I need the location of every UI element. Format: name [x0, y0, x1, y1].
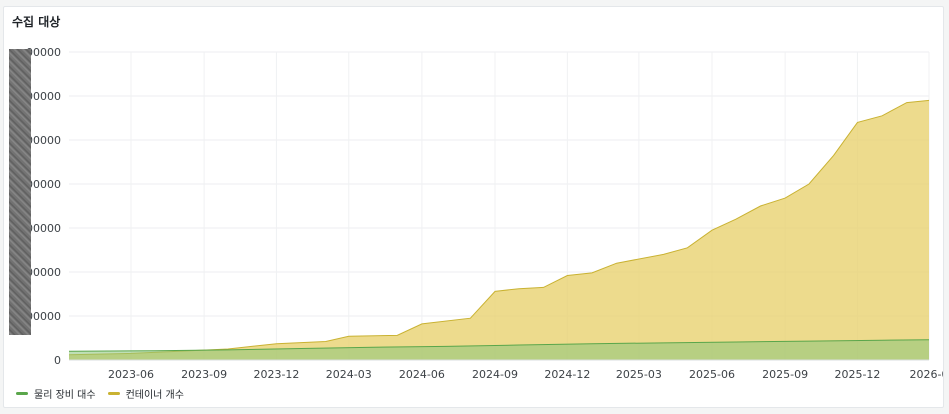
x-tick-label: 2024-03 — [326, 368, 372, 381]
y-tick-label: 00000 — [26, 222, 61, 235]
legend-label-containers: 컨테이너 개수 — [125, 390, 184, 401]
legend-label-physical-devices: 물리 장비 대수 — [34, 390, 96, 401]
y-tick-label: 00000 — [26, 310, 61, 323]
y-tick-label: 00000 — [26, 178, 61, 191]
x-tick-label: 2025-06 — [689, 368, 735, 381]
y-tick-label: 00000 — [26, 266, 61, 279]
legend-item-containers[interactable]: 컨테이너 개수 — [107, 386, 184, 401]
x-tick-label: 2024-06 — [399, 368, 445, 381]
chart-panel: 수집 대상 0 00000 00000 00000 00000 00000 00000 000… — [3, 6, 944, 408]
y-tick-label: 00000 — [26, 46, 61, 59]
y-tick-label: 0 — [54, 354, 61, 367]
x-tick-label: 2024-12 — [544, 368, 590, 381]
x-tick-label: 2026-0 — [910, 368, 944, 381]
x-tick-label: 2023-06 — [108, 368, 154, 381]
x-tick-label: 2025-09 — [762, 368, 808, 381]
area-chart: 0000000000000000000000000000000000002023… — [26, 46, 944, 381]
redacted-block — [9, 49, 31, 335]
x-tick-label: 2024-09 — [472, 368, 518, 381]
x-tick-label: 2023-09 — [181, 368, 227, 381]
chart-legend: 물리 장비 대수 컨테이너 개수 — [16, 386, 196, 401]
legend-item-physical-devices[interactable]: 물리 장비 대수 — [16, 386, 96, 401]
series-area-1 — [69, 100, 929, 361]
y-tick-label: 00000 — [26, 134, 61, 147]
x-tick-label: 2023-12 — [253, 368, 299, 381]
x-tick-label: 2025-12 — [834, 368, 880, 381]
x-tick-label: 2025-03 — [616, 368, 662, 381]
legend-swatch-physical-devices — [16, 392, 28, 395]
legend-swatch-containers — [107, 392, 120, 395]
y-tick-label: 00000 — [26, 90, 61, 103]
